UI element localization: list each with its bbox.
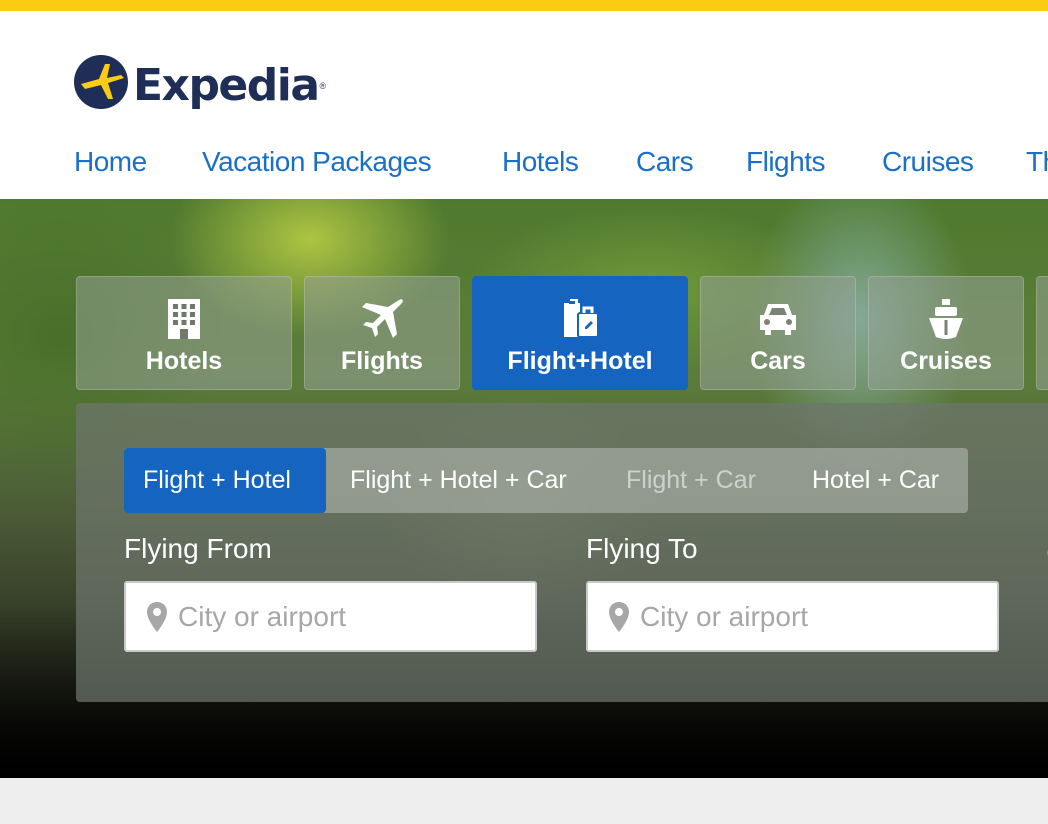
hotel-building-icon (168, 299, 200, 339)
map-pin-icon (147, 601, 167, 632)
nav-vacation-packages[interactable]: Vacation Packages (202, 146, 432, 178)
map-pin-icon (609, 601, 629, 632)
registered-mark: ® (319, 81, 327, 91)
product-tab-cars[interactable]: Cars (700, 276, 856, 390)
accent-strip (0, 0, 1048, 11)
product-tab-label: Flight+Hotel (507, 347, 653, 375)
globe-plane-icon (74, 55, 128, 109)
main-nav: Home Vacation Packages Hotels Cars Fligh… (0, 146, 1048, 186)
nav-flights[interactable]: Flights (746, 146, 825, 178)
flying-to-input[interactable] (640, 600, 980, 633)
expedia-logo[interactable]: Expedia ® (73, 47, 326, 117)
flying-to-label: Flying To (586, 533, 698, 564)
hero-search-section: Hotels Flights Flight+Hotel Cars Cruises… (0, 199, 1048, 778)
nav-hotels[interactable]: Hotels (502, 146, 579, 178)
nav-things-to-do[interactable]: Th (1026, 146, 1048, 178)
package-tab-flight-car: Flight + Car (626, 466, 756, 494)
product-tab-flight-hotel[interactable]: Flight+Hotel (472, 276, 688, 390)
site-header: Expedia ® Home Vacation Packages Hotels … (0, 11, 1048, 199)
car-icon (760, 304, 796, 335)
nav-home[interactable]: Home (74, 146, 147, 178)
product-tab-label: Cars (750, 347, 806, 375)
product-tab-hotels[interactable]: Hotels (76, 276, 292, 390)
nav-cruises[interactable]: Cruises (882, 146, 974, 178)
package-tab-flight-hotel[interactable]: Flight + Hotel (124, 448, 326, 513)
product-tab-label: Cruises (900, 347, 992, 375)
product-tab-label: Hotels (145, 347, 223, 375)
logo-wordmark: Expedia (133, 59, 320, 111)
search-panel: Flight + Hotel Flight + Hotel + Car Flig… (76, 403, 1048, 702)
flying-to-field[interactable] (586, 581, 999, 652)
package-tab-flight-hotel-car[interactable]: Flight + Hotel + Car (331, 448, 586, 513)
cruise-ship-icon (929, 299, 963, 339)
package-type-tabs: Flight + Hotel Flight + Hotel + Car Flig… (124, 448, 968, 513)
product-tab-cruises[interactable]: Cruises (868, 276, 1024, 390)
flying-from-field[interactable] (124, 581, 537, 652)
nav-cars[interactable]: Cars (636, 146, 694, 178)
product-tab-label: Flights (341, 347, 423, 375)
package-tab-hotel-car[interactable]: Hotel + Car (793, 448, 958, 513)
luggage-icon (564, 299, 599, 338)
product-tab-more[interactable] (1036, 276, 1048, 390)
flying-from-input[interactable] (178, 600, 518, 633)
flying-from-label: Flying From (124, 533, 272, 564)
airplane-icon (362, 299, 403, 338)
product-tab-flights[interactable]: Flights (304, 276, 460, 390)
